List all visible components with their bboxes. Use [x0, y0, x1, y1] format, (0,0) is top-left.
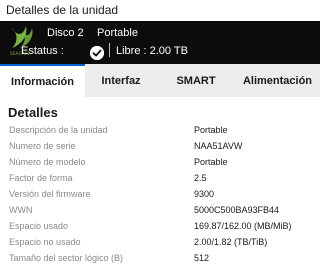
tab-interfaz[interactable]: Interfaz: [85, 64, 157, 97]
detail-row: WWN 5000C500BA93FB44: [0, 204, 320, 219]
detail-row: Espacio usado 169.87/162.00 (MB/MiB): [0, 220, 320, 235]
disk-type: Portable: [97, 27, 138, 39]
detail-label: WWN: [9, 205, 33, 215]
disk-label: Disco 2: [47, 27, 84, 39]
detail-row: Tamaño del sector lógico (B) 512: [0, 252, 320, 267]
detail-label: Numero de serie: [9, 141, 76, 151]
detail-value: Portable: [194, 125, 228, 135]
tab-bar: Información Interfaz SMART Alimentación: [0, 64, 320, 97]
tab-informacion[interactable]: Información: [0, 64, 85, 97]
detail-row: Número de modelo Portable: [0, 156, 320, 171]
detail-value: 2.00/1.82 (TB/TiB): [194, 237, 268, 247]
section-title: Detalles: [8, 105, 58, 120]
detail-value: NAA51AVW: [194, 141, 243, 151]
detail-value: 512: [194, 253, 210, 263]
detail-label: Número de modelo: [9, 157, 86, 167]
detail-row: Factor de forma 2.5: [0, 172, 320, 187]
detail-row: Numero de serie NAA51AVW: [0, 140, 320, 155]
detail-label: Espacio usado: [9, 221, 69, 231]
check-circle-icon: [90, 46, 104, 60]
detail-label: Tamaño del sector lógico (B): [9, 253, 124, 263]
tab-smart[interactable]: SMART: [157, 64, 235, 97]
detail-value: 169.87/162.00 (MB/MiB): [194, 221, 292, 231]
detail-value: Portable: [194, 157, 228, 167]
detail-value: 5000C500BA93FB44: [194, 205, 280, 215]
detail-value: 9300: [194, 189, 215, 199]
detail-label: Factor de forma: [9, 173, 73, 183]
drive-header: SEAGATE Disco 2 Portable Estatus : Libre…: [0, 21, 320, 64]
header-divider: [109, 43, 110, 57]
details-panel: Detalles Descripción de la unidad Portab…: [0, 97, 320, 271]
detail-row: Espacio no usado 2.00/1.82 (TB/TiB): [0, 236, 320, 251]
detail-label: Espacio no usado: [9, 237, 81, 247]
status-label: Estatus :: [21, 45, 64, 57]
detail-label: Versión del firmware: [9, 189, 91, 199]
free-space-label: Libre : 2.00 TB: [116, 45, 188, 57]
tab-alimentacion[interactable]: Alimentación: [235, 64, 320, 97]
detail-value: 2.5: [194, 173, 207, 183]
detail-row: Descripción de la unidad Portable: [0, 124, 320, 139]
detail-row: Versión del firmware 9300: [0, 188, 320, 203]
detail-label: Descripción de la unidad: [9, 125, 108, 135]
window-title: Detalles de la unidad: [0, 0, 320, 21]
